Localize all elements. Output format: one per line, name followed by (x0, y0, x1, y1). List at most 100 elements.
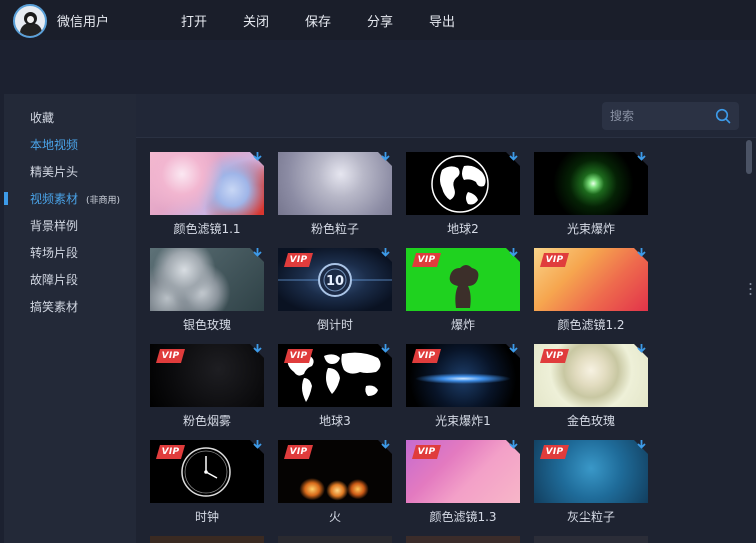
asset-card-partial[interactable] (406, 536, 520, 543)
asset-panel: 颜色滤镜1.1 粉色粒子 地球2 光束爆炸 银色玫瑰 (136, 94, 756, 543)
sidebar-item-backgrounds[interactable]: 背景样例 (30, 217, 78, 234)
menu-open[interactable]: 打开 (181, 11, 207, 30)
username[interactable]: 微信用户 (57, 11, 109, 30)
asset-card[interactable]: VIP (406, 344, 520, 407)
asset-card-partial[interactable] (534, 536, 648, 543)
banner-area (0, 40, 756, 94)
sidebar-item-label: 收藏 (30, 111, 55, 125)
download-icon[interactable] (380, 151, 391, 163)
download-icon[interactable] (380, 247, 391, 259)
asset-card[interactable] (150, 248, 264, 311)
asset-label: 时钟 (194, 510, 219, 524)
asset-label: 倒计时 (316, 318, 353, 332)
thumbnail-pink-bokeh (150, 152, 264, 215)
resize-grip-icon[interactable] (749, 282, 752, 296)
download-icon[interactable] (252, 343, 263, 355)
asset-card[interactable]: VIP (406, 440, 520, 503)
menu-export[interactable]: 导出 (429, 11, 455, 30)
asset-card[interactable] (534, 152, 648, 215)
avatar[interactable] (13, 4, 47, 38)
asset-card[interactable]: VIP (150, 344, 264, 407)
download-icon[interactable] (636, 151, 647, 163)
vip-badge: VIP (540, 445, 569, 459)
asset-card[interactable] (278, 152, 392, 215)
asset-card[interactable]: VIP (534, 344, 648, 407)
download-icon[interactable] (636, 439, 647, 451)
asset-label: 爆炸 (450, 318, 475, 332)
vip-badge: VIP (284, 253, 313, 267)
sidebar-item-intros[interactable]: 精美片头 (30, 163, 78, 180)
vip-badge: VIP (156, 445, 185, 459)
scrollbar[interactable] (746, 140, 752, 174)
avatar-body (20, 23, 42, 36)
sidebar-item-video-assets[interactable]: 视频素材 (非商用) (30, 190, 120, 207)
asset-label: 金色玫瑰 (566, 414, 615, 428)
top-bar: 微信用户 打开 关闭 保存 分享 导出 (0, 0, 756, 40)
sidebar-item-label: 转场片段 (30, 246, 79, 260)
sidebar-item-transitions[interactable]: 转场片段 (30, 244, 78, 261)
download-icon[interactable] (252, 151, 263, 163)
countdown-number: 10 (326, 274, 344, 289)
sidebar-item-label: 本地视频 (30, 138, 79, 152)
asset-card[interactable] (150, 152, 264, 215)
asset-card[interactable]: VIP (406, 248, 520, 311)
asset-card-partial[interactable] (150, 536, 264, 543)
thumbnail-globe (406, 152, 520, 215)
asset-label: 灰尘粒子 (566, 510, 615, 524)
sidebar-item-label: 背景样例 (30, 219, 79, 233)
sidebar-item-glitch[interactable]: 故障片段 (30, 271, 78, 288)
asset-label: 光束爆炸1 (435, 414, 491, 428)
avatar-face (27, 16, 34, 23)
asset-card[interactable]: VIP (278, 344, 392, 407)
asset-card[interactable]: VIP (150, 440, 264, 503)
download-icon[interactable] (380, 439, 391, 451)
search-input[interactable] (610, 107, 710, 125)
download-icon[interactable] (380, 343, 391, 355)
search-box (602, 102, 739, 130)
vip-badge: VIP (284, 445, 313, 459)
vip-badge: VIP (540, 253, 569, 267)
asset-label: 颜色滤镜1.2 (557, 318, 625, 332)
asset-card[interactable]: VIP (278, 440, 392, 503)
asset-label: 银色玫瑰 (182, 318, 231, 332)
asset-label: 颜色滤镜1.3 (429, 510, 497, 524)
asset-card[interactable] (406, 152, 520, 215)
sidebar-item-funny[interactable]: 搞笑素材 (30, 298, 78, 315)
sidebar-item-note: (非商用) (86, 196, 121, 206)
sidebar-item-label: 搞笑素材 (30, 300, 79, 314)
download-icon[interactable] (508, 343, 519, 355)
sidebar-item-local-video[interactable]: 本地视频 (30, 136, 78, 153)
asset-label: 光束爆炸 (566, 222, 615, 236)
asset-label: 粉色粒子 (310, 222, 359, 236)
vip-badge: VIP (156, 349, 185, 363)
download-icon[interactable] (508, 247, 519, 259)
asset-label: 地球2 (447, 222, 479, 236)
asset-card[interactable]: VIP (534, 440, 648, 503)
vip-badge: VIP (284, 349, 313, 363)
search-icon[interactable] (715, 108, 731, 124)
thumbnail-silver-roses (150, 248, 264, 311)
download-icon[interactable] (252, 247, 263, 259)
sidebar-item-label: 精美片头 (30, 165, 79, 179)
sidebar-item-label: 故障片段 (30, 273, 79, 287)
vip-badge: VIP (412, 349, 441, 363)
download-icon[interactable] (508, 151, 519, 163)
vip-badge: VIP (412, 253, 441, 267)
asset-card[interactable]: 10 VIP (278, 248, 392, 311)
thumbnail-silver-particles (278, 152, 392, 215)
menu-share[interactable]: 分享 (367, 11, 393, 30)
download-icon[interactable] (636, 343, 647, 355)
menu-close[interactable]: 关闭 (243, 11, 269, 30)
download-icon[interactable] (508, 439, 519, 451)
menu-save[interactable]: 保存 (305, 11, 331, 30)
asset-label: 颜色滤镜1.1 (173, 222, 241, 236)
asset-card[interactable]: VIP (534, 248, 648, 311)
thumbnail-green-flare (534, 152, 648, 215)
asset-label: 火 (328, 510, 341, 524)
asset-label: 粉色烟雾 (182, 414, 231, 428)
download-icon[interactable] (636, 247, 647, 259)
asset-card-partial[interactable] (278, 536, 392, 543)
download-icon[interactable] (252, 439, 263, 451)
asset-label: 地球3 (319, 414, 351, 428)
sidebar-item-favorites[interactable]: 收藏 (30, 109, 54, 126)
